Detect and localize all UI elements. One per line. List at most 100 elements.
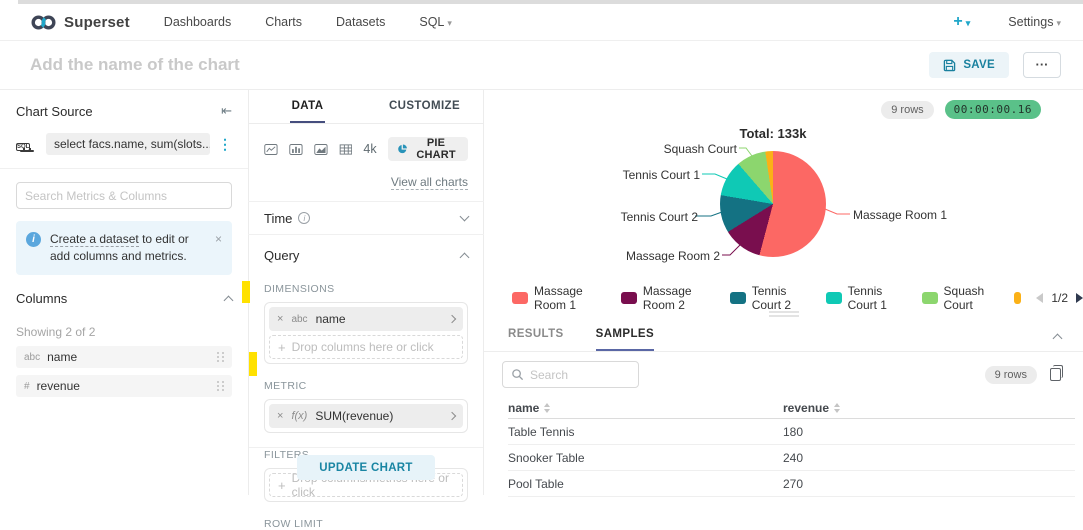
view-all-charts: View all charts bbox=[264, 175, 468, 189]
nav-dashboards[interactable]: Dashboards bbox=[164, 15, 231, 29]
nav-settings-menu[interactable]: Settings▾ bbox=[1008, 15, 1061, 29]
legend-item[interactable]: Massage Room 2 bbox=[621, 284, 715, 312]
pie-label-squash-court: Squash Court bbox=[664, 142, 737, 156]
table-row[interactable]: Snooker Table240 bbox=[508, 445, 1075, 471]
info-icon: i bbox=[298, 212, 310, 224]
metric-chip-sum-revenue[interactable]: × f(x) SUM(revenue) bbox=[269, 404, 463, 428]
columns-count: Showing 2 of 2 bbox=[16, 325, 232, 339]
divider bbox=[0, 168, 248, 169]
search-icon bbox=[511, 368, 524, 381]
results-search-input[interactable] bbox=[530, 368, 630, 382]
dataset-options-kebab-icon[interactable]: ⋮ bbox=[218, 141, 232, 147]
query-section-header[interactable]: Query bbox=[264, 239, 468, 271]
viz-type-row: 4k PIE CHART bbox=[264, 137, 468, 161]
alert-text: Create a dataset to edit or add columns … bbox=[50, 231, 204, 265]
nav-charts[interactable]: Charts bbox=[265, 15, 302, 29]
legend-swatch-clipped bbox=[1014, 292, 1021, 304]
chevron-up-icon[interactable] bbox=[224, 296, 234, 306]
tab-data[interactable]: DATA bbox=[249, 90, 366, 123]
legend-item[interactable]: Squash Court bbox=[922, 284, 1000, 312]
time-section-header[interactable]: Time i bbox=[264, 202, 468, 234]
table-chart-icon[interactable] bbox=[339, 142, 353, 157]
column-item-revenue[interactable]: # revenue bbox=[16, 375, 232, 397]
dimensions-dropzone[interactable]: + Drop columns here or click bbox=[269, 335, 463, 359]
create-dataset-alert: i Create a dataset to edit or add column… bbox=[16, 221, 232, 275]
pie-label-connectors bbox=[484, 90, 1083, 312]
sql-dataset-icon: SQL bbox=[16, 135, 38, 153]
legend-page-indicator: 1/2 bbox=[1051, 291, 1068, 305]
remove-icon[interactable]: × bbox=[277, 410, 283, 422]
column-header-name[interactable]: name bbox=[508, 401, 783, 415]
tab-results[interactable]: RESULTS bbox=[508, 328, 564, 351]
dimensions-control: × abc name + Drop columns here or click bbox=[264, 302, 468, 364]
dimensions-label: DIMENSIONS bbox=[264, 283, 468, 295]
plus-icon: + bbox=[278, 340, 286, 355]
legend-next-icon[interactable] bbox=[1076, 293, 1083, 303]
drag-handle-icon[interactable] bbox=[217, 381, 224, 392]
panel-tabs: DATA CUSTOMIZE bbox=[249, 90, 483, 124]
panel-footer: UPDATE CHART bbox=[249, 447, 483, 480]
table-row[interactable]: Table Tennis180 bbox=[508, 419, 1075, 445]
bar-chart-icon[interactable] bbox=[289, 142, 303, 157]
pie-icon bbox=[397, 142, 408, 156]
remove-icon[interactable]: × bbox=[277, 313, 283, 325]
close-icon[interactable]: × bbox=[215, 231, 222, 265]
column-item-name[interactable]: abc name bbox=[16, 346, 232, 368]
update-chart-button[interactable]: UPDATE CHART bbox=[297, 455, 434, 480]
tab-customize[interactable]: CUSTOMIZE bbox=[366, 90, 483, 123]
resize-drag-handle[interactable] bbox=[769, 311, 799, 319]
legend-swatch bbox=[922, 292, 938, 304]
column-header-revenue[interactable]: revenue bbox=[783, 401, 1075, 415]
row-limit-label: ROW LIMIT bbox=[264, 518, 468, 530]
new-item-button[interactable]: +▾ bbox=[953, 13, 970, 31]
chart-header: Add the name of the chart SAVE ··· bbox=[0, 41, 1083, 90]
chevron-down-icon: ▾ bbox=[1056, 18, 1061, 28]
sort-icon bbox=[544, 403, 550, 413]
line-chart-icon[interactable] bbox=[264, 142, 278, 157]
pie-label-massage-room-1: Massage Room 1 bbox=[853, 208, 947, 222]
legend-pager: 1/2 bbox=[1036, 291, 1083, 305]
sort-icon bbox=[834, 403, 840, 413]
tab-samples[interactable]: SAMPLES bbox=[596, 328, 654, 351]
legend-item[interactable]: Tennis Court 2 bbox=[730, 284, 811, 312]
pie-label-tennis-court-1: Tennis Court 1 bbox=[623, 168, 700, 182]
metric-control: × f(x) SUM(revenue) bbox=[264, 399, 468, 433]
pie-chart-type-button[interactable]: PIE CHART bbox=[388, 137, 468, 161]
legend-prev-icon[interactable] bbox=[1036, 293, 1043, 303]
drag-handle-icon[interactable] bbox=[217, 352, 224, 363]
create-dataset-link[interactable]: Create a dataset bbox=[50, 232, 139, 247]
chart-title-placeholder[interactable]: Add the name of the chart bbox=[30, 55, 240, 75]
save-icon bbox=[943, 59, 956, 72]
nav-datasets[interactable]: Datasets bbox=[336, 15, 385, 29]
dataset-name-chip[interactable]: select facs.name, sum(slots... bbox=[46, 133, 210, 155]
chart-legend: Massage Room 1 Massage Room 2 Tennis Cou… bbox=[512, 284, 1083, 312]
table-row[interactable]: Pool Table270 bbox=[508, 471, 1075, 497]
highlight-marker bbox=[242, 281, 250, 303]
copy-icon[interactable] bbox=[1050, 368, 1061, 381]
highlight-marker bbox=[249, 352, 257, 376]
brand-name: Superset bbox=[64, 14, 130, 31]
results-search[interactable] bbox=[502, 361, 639, 388]
superset-logo[interactable]: Superset bbox=[30, 14, 130, 31]
columns-section-title: Columns bbox=[16, 291, 67, 306]
collapse-results-icon[interactable] bbox=[1053, 334, 1063, 344]
save-button[interactable]: SAVE bbox=[929, 52, 1009, 78]
more-options-button[interactable]: ··· bbox=[1023, 52, 1061, 78]
big-number-chart-icon[interactable]: 4k bbox=[363, 142, 376, 156]
chevron-down-icon: ▾ bbox=[966, 18, 971, 28]
metrics-search-input[interactable] bbox=[25, 189, 223, 203]
chevron-down-icon: ▾ bbox=[447, 18, 452, 28]
legend-item[interactable]: Massage Room 1 bbox=[512, 284, 606, 312]
nav-sql-menu[interactable]: SQL▾ bbox=[419, 15, 452, 29]
infinity-logo-icon bbox=[30, 14, 57, 31]
chart-source-panel: Chart Source ⇤ SQL select facs.name, sum… bbox=[0, 90, 249, 495]
metrics-search[interactable] bbox=[16, 182, 232, 209]
collapse-panel-icon[interactable]: ⇤ bbox=[221, 103, 232, 119]
metric-label: METRIC bbox=[264, 380, 468, 392]
dimension-chip-name[interactable]: × abc name bbox=[269, 307, 463, 331]
area-chart-icon[interactable] bbox=[314, 142, 328, 157]
legend-swatch bbox=[826, 292, 842, 304]
legend-item[interactable]: Tennis Court 1 bbox=[826, 284, 907, 312]
chevron-down-icon bbox=[460, 212, 470, 222]
chevron-up-icon bbox=[460, 252, 470, 262]
